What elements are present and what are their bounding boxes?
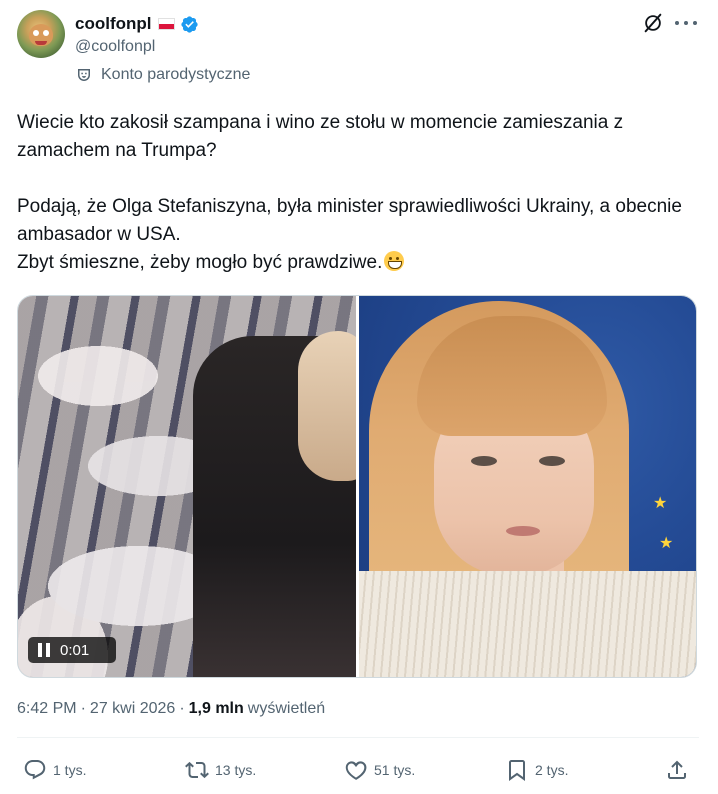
grok-icon[interactable] [642,12,664,34]
grinning-face-emoji-icon [384,251,405,271]
parody-label: Konto parodystyczne [75,66,250,84]
like-button[interactable]: 51 tys. [344,755,415,785]
video-timestamp-badge[interactable]: 0:01 [28,637,116,663]
meta-separator: · [80,700,86,717]
video-thumbnail[interactable]: 0:01 [18,296,356,677]
display-name[interactable]: coolfonpl [75,14,151,34]
tweet-time[interactable]: 6:42 PM [17,700,77,718]
avatar[interactable] [17,10,65,58]
share-icon [668,760,686,779]
like-count: 51 tys. [374,762,416,778]
video-time: 0:01 [60,641,90,659]
more-icon[interactable] [675,14,697,32]
reply-icon [24,760,46,780]
author-handle[interactable]: @coolfonpl [75,38,155,56]
reply-button[interactable]: 1 tys. [23,755,86,785]
parody-label-text: Konto parodystyczne [101,66,251,83]
bookmark-count: 2 tys. [535,762,569,778]
tweet-paragraph-3-text: Zbyt śmieszne, żeby mogło być prawdziwe. [17,252,383,273]
theater-mask-icon [78,69,90,81]
poland-flag-icon [158,18,176,30]
divider [17,737,699,738]
heart-icon [345,761,367,780]
views-label: wyświetleń [247,700,326,717]
share-button[interactable] [665,755,689,785]
action-bar: 1 tys. 13 tys. 51 tys. 2 tys. [17,755,699,785]
tweet-text: Wiecie kto zakosił szampana i wino ze st… [17,109,697,277]
meta-separator-2: · [179,700,185,717]
bookmark-button[interactable]: 2 tys. [505,755,568,785]
repost-icon [185,761,209,779]
photo-portrait[interactable]: ★ ★ ★ ★ [359,296,696,677]
bookmark-icon [509,760,525,781]
tweet-paragraph-3: Zbyt śmieszne, żeby mogło być prawdziwe. [17,249,697,277]
views-count: 1,9 mln [188,700,244,717]
media-grid: 0:01 ★ ★ ★ ★ [17,295,697,678]
author-name-row: coolfonpl [75,13,199,35]
tweet: coolfonpl @coolfonpl Konto parodystyczne… [0,0,718,794]
repost-count: 13 tys. [215,762,257,778]
reply-count: 1 tys. [53,762,87,778]
tweet-paragraph-2: Podają, że Olga Stefaniszyna, była minis… [17,196,682,245]
tweet-date[interactable]: 27 kwi 2026 [90,700,175,718]
tweet-meta: 6:42 PM · 27 kwi 2026 · 1,9 mln wyświetl… [17,700,325,718]
pause-icon[interactable] [38,643,50,657]
repost-button[interactable]: 13 tys. [185,755,256,785]
verified-badge-icon[interactable] [180,15,199,34]
tweet-paragraph-1: Wiecie kto zakosił szampana i wino ze st… [17,112,624,161]
